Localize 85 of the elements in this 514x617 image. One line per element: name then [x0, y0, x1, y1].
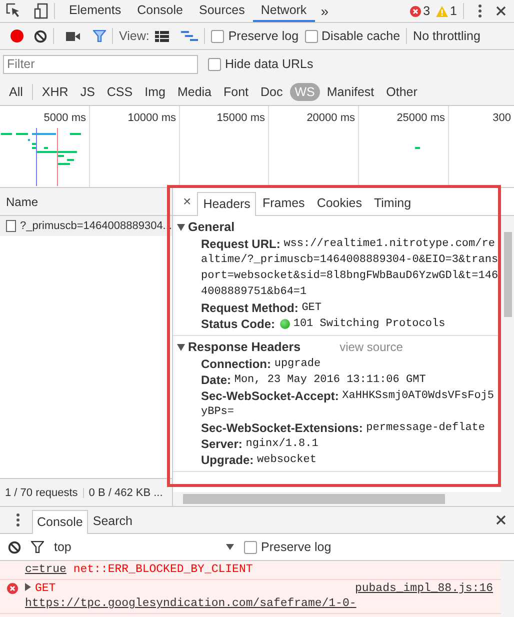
status-dot-icon	[280, 319, 290, 329]
header-field: Connection: upgrade	[173, 356, 499, 372]
record-icon[interactable]	[10, 29, 24, 43]
header-field: Date: Mon, 23 May 2016 13:11:06 GMT	[173, 372, 499, 388]
close-button[interactable]: ×	[177, 193, 198, 215]
checkbox[interactable]	[211, 30, 224, 42]
disable-cache-label: Disable cache	[322, 29, 400, 43]
type-filter-button[interactable]: Doc	[256, 82, 288, 100]
preserve-log-label: Preserve log	[261, 540, 332, 554]
message-text: net::ERR_BLOCKED_BY_CLIENT	[73, 563, 253, 576]
error-count: 3	[423, 4, 430, 18]
type-filter-button[interactable]: Img	[140, 82, 170, 100]
error-icon	[7, 583, 18, 594]
context-dropdown[interactable]: top	[54, 540, 234, 554]
panel-tab[interactable]: Elements	[61, 0, 130, 22]
details-tab[interactable]: Frames	[256, 191, 311, 215]
clear-icon[interactable]	[8, 540, 21, 554]
type-filter-button[interactable]: Other	[381, 82, 422, 100]
checkbox[interactable]	[244, 540, 257, 554]
time-tick: 10000 ms	[128, 112, 176, 124]
camera-icon[interactable]	[66, 32, 80, 40]
source-link[interactable]: pubads_impl_88.js:16	[354, 581, 493, 596]
time-tick: 300	[492, 112, 511, 124]
message-link[interactable]: c=true	[25, 563, 66, 576]
disclosure-triangle-icon[interactable]	[177, 224, 185, 230]
horizontal-scrollbar[interactable]	[173, 492, 514, 506]
filter-input[interactable]: Filter	[3, 54, 198, 74]
transferred-size: 0 B / 462 KB ...	[88, 486, 163, 498]
checkbox[interactable]	[208, 58, 221, 70]
type-filter-button[interactable]: Font	[218, 82, 254, 100]
checkbox[interactable]	[304, 30, 318, 42]
drawer-tab[interactable]: Console	[32, 510, 88, 534]
message-link[interactable]: https://tpc.googlesyndication.com/safeframe/1-0-	[25, 597, 356, 610]
waterfall-icon[interactable]	[181, 31, 198, 41]
header-field: Request URL: wss://realtime1.nitrotype.com/realtime/?_primuscb=1464008889304-0&EIO=3&transport=websocket&sid=8l8bngFWbBauD6YzwGDl&t=1464008889751&b64=1	[173, 236, 499, 300]
type-filter-button[interactable]: All	[4, 82, 28, 100]
hide-data-urls-label: Hide data URLs	[225, 57, 314, 71]
dropdown-caret-icon	[226, 544, 234, 550]
more-tabs-button[interactable]: »	[314, 3, 334, 19]
time-tick: 25000 ms	[396, 112, 445, 124]
section-title[interactable]: General	[188, 220, 235, 234]
time-tick: 20000 ms	[306, 112, 355, 124]
type-filter-button[interactable]: CSS	[102, 82, 138, 100]
throttling-dropdown[interactable]: No throttling	[413, 29, 480, 43]
request-count: 1 / 70 requests	[5, 486, 78, 498]
request-method: GET	[35, 582, 56, 595]
header-field: Upgrade: websocket	[173, 452, 499, 468]
type-filter-button[interactable]: JS	[75, 82, 100, 100]
details-tab[interactable]: Cookies	[310, 191, 368, 215]
error-icon	[410, 6, 422, 16]
clear-icon[interactable]	[34, 30, 47, 42]
column-header[interactable]: Name	[6, 194, 38, 208]
details-tab[interactable]: Headers	[197, 192, 256, 216]
time-tick: 5000 ms	[44, 112, 86, 124]
device-icon[interactable]	[34, 3, 48, 19]
type-filter-button[interactable]: XHR	[36, 82, 74, 100]
section-title[interactable]: Response Headers	[188, 340, 301, 354]
header-field: Server: nginx/1.8.1	[173, 436, 499, 452]
panel-tab[interactable]: Console	[129, 0, 191, 22]
filter-icon[interactable]	[31, 541, 44, 553]
panel-tab[interactable]: Sources	[190, 0, 253, 22]
vertical-scrollbar[interactable]	[501, 561, 514, 617]
type-filter-button[interactable]: Manifest	[322, 82, 380, 100]
inspect-icon[interactable]	[6, 3, 22, 19]
type-filter-button[interactable]: Media	[172, 82, 216, 100]
drawer-menu-icon[interactable]	[16, 513, 20, 527]
expand-icon[interactable]	[25, 583, 31, 591]
close-icon[interactable]	[496, 515, 506, 525]
header-field: Status Code: 101 Switching Protocols	[173, 316, 499, 332]
details-tab[interactable]: Timing	[368, 191, 418, 215]
disclosure-triangle-icon[interactable]	[177, 344, 185, 350]
header-field: Request Method: GET	[173, 300, 499, 316]
warning-count: 1	[450, 4, 457, 18]
drawer-tab[interactable]: Search	[88, 509, 138, 533]
warning-icon	[436, 6, 448, 16]
list-view-icon[interactable]	[155, 30, 170, 42]
view-label: View:	[119, 29, 150, 43]
more-menu-icon[interactable]	[478, 4, 482, 18]
close-icon[interactable]	[496, 6, 506, 16]
time-tick: 15000 ms	[216, 112, 265, 124]
preserve-log-label: Preserve log	[228, 29, 299, 43]
vertical-scrollbar[interactable]	[501, 216, 514, 492]
header-field: Sec-WebSocket-Extensions: permessage-deflate	[173, 420, 499, 436]
view-source-link[interactable]: view source	[340, 340, 403, 354]
file-icon	[6, 220, 16, 232]
